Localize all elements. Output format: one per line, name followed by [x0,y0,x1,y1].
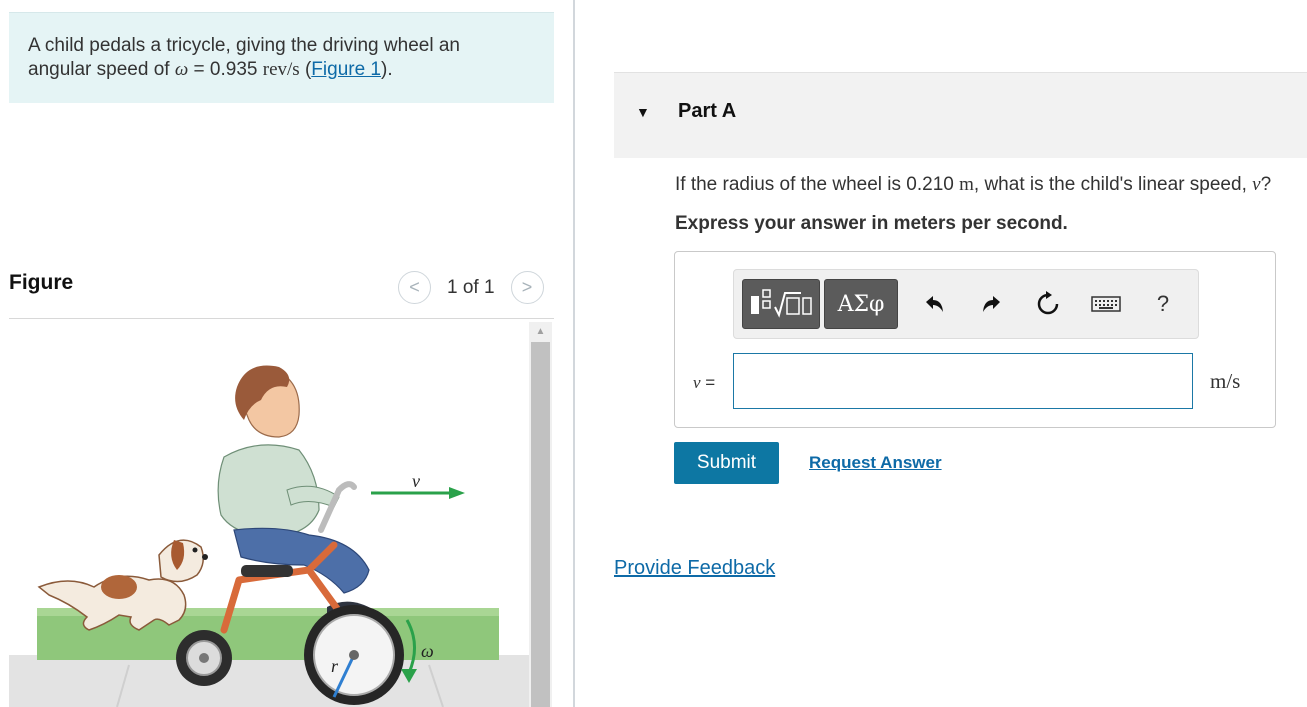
rear-wheel [176,630,232,686]
prev-figure-button[interactable]: < [398,271,431,304]
answer-instruction: Express your answer in meters per second… [675,213,1068,234]
provide-feedback-link[interactable]: Provide Feedback [614,557,775,580]
scroll-thumb[interactable] [531,342,550,707]
velocity-arrowhead [449,487,465,499]
math-toolbar: ΑΣφ ? [733,269,1199,339]
front-wheel [304,605,404,705]
label-r: r [331,656,339,676]
next-figure-button[interactable]: > [510,271,544,304]
answer-variable-label: v = [693,373,716,392]
part-a-header[interactable]: ▼ Part A [614,72,1307,158]
templates-icon [751,289,812,318]
child-illustration [217,365,375,630]
problem-statement: A child pedals a tricycle, giving the dr… [9,12,554,103]
problem-line-2: angular speed of ω = 0.935 rev/s (Figure… [28,59,393,80]
figure-pager: < 1 of 1 > [398,271,544,304]
problem-pane: A child pedals a tricycle, giving the dr… [0,0,574,707]
templates-button[interactable] [742,279,820,329]
keyboard-icon[interactable] [1090,288,1122,320]
answer-panel: ΑΣφ ? v = m/s [674,251,1276,428]
question-text: If the radius of the wheel is 0.210 m, w… [675,174,1272,195]
figure-link[interactable]: Figure 1 [311,59,381,80]
figure-title: Figure [9,271,74,294]
figure-divider [9,318,554,319]
redo-icon[interactable] [976,288,1008,320]
figure-count: 1 of 1 [447,276,495,298]
answer-input[interactable] [733,353,1193,409]
label-omega: ω [421,641,434,661]
undo-icon[interactable] [918,288,950,320]
submit-button[interactable]: Submit [674,442,779,484]
tricycle-illustration: v ω r [9,365,529,707]
pane-divider[interactable] [573,0,575,707]
reset-icon[interactable] [1032,288,1064,320]
figure-scrollbar[interactable]: ▲ [529,322,552,707]
help-icon[interactable]: ? [1147,288,1179,320]
greek-symbols-button[interactable]: ΑΣφ [824,279,898,329]
tricycle-figure: v ω r [9,325,529,707]
collapse-triangle-icon[interactable]: ▼ [636,104,650,120]
answer-unit: m/s [1210,369,1241,393]
scroll-up-arrow-icon[interactable]: ▲ [529,322,552,342]
label-v: v [412,471,420,491]
part-title: Part A [678,100,737,122]
request-answer-link[interactable]: Request Answer [809,453,942,473]
problem-line-1: A child pedals a tricycle, giving the dr… [28,35,460,56]
